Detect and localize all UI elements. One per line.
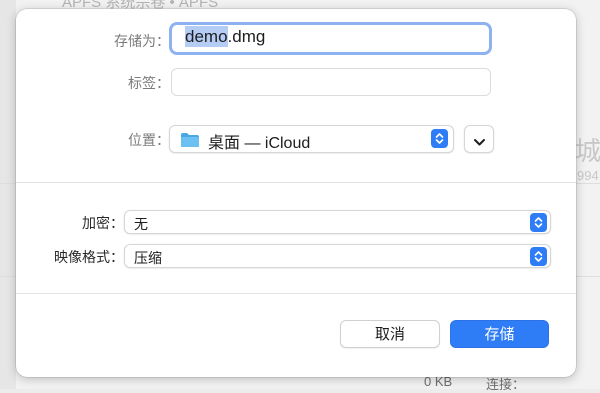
- image-format-label: 映像格式：: [54, 249, 124, 265]
- filename-extension: .dmg: [227, 27, 266, 46]
- updown-chevron-icon: [530, 213, 547, 232]
- encryption-popup[interactable]: 无: [124, 210, 551, 234]
- save-button[interactable]: 存储: [450, 320, 549, 348]
- chevron-down-icon: [473, 134, 486, 152]
- filename-field[interactable]: demo.dmg: [169, 22, 492, 55]
- background-volume-digits: 994: [577, 168, 599, 183]
- folder-icon: [180, 132, 200, 153]
- encryption-value: 无: [134, 216, 148, 232]
- save-as-label: 存储为：: [114, 33, 170, 49]
- location-label: 位置：: [128, 132, 170, 148]
- updown-chevron-icon: [530, 247, 547, 266]
- background-volume-char: 城: [575, 136, 600, 166]
- tags-label: 标签：: [128, 75, 170, 91]
- tags-field[interactable]: [171, 68, 491, 96]
- expand-dialog-button[interactable]: [464, 125, 494, 153]
- encryption-label: 加密：: [82, 215, 124, 231]
- image-format-value: 压缩: [134, 250, 162, 266]
- section-divider: [16, 182, 576, 183]
- updown-chevron-icon: [431, 129, 448, 148]
- image-format-popup[interactable]: 压缩: [124, 244, 551, 268]
- filename-text: demo.dmg: [185, 26, 266, 47]
- location-popup[interactable]: 桌面 — iCloud: [169, 125, 454, 153]
- background-sidebar: [0, 0, 16, 389]
- save-dialog: 存储为： demo.dmg 标签： 位置： 桌面 — iCloud 加密： 无: [16, 9, 576, 377]
- location-value: 桌面 — iCloud: [208, 135, 311, 152]
- cancel-button[interactable]: 取消: [340, 320, 440, 348]
- filename-selected-text: demo: [185, 26, 228, 47]
- section-divider: [16, 293, 576, 294]
